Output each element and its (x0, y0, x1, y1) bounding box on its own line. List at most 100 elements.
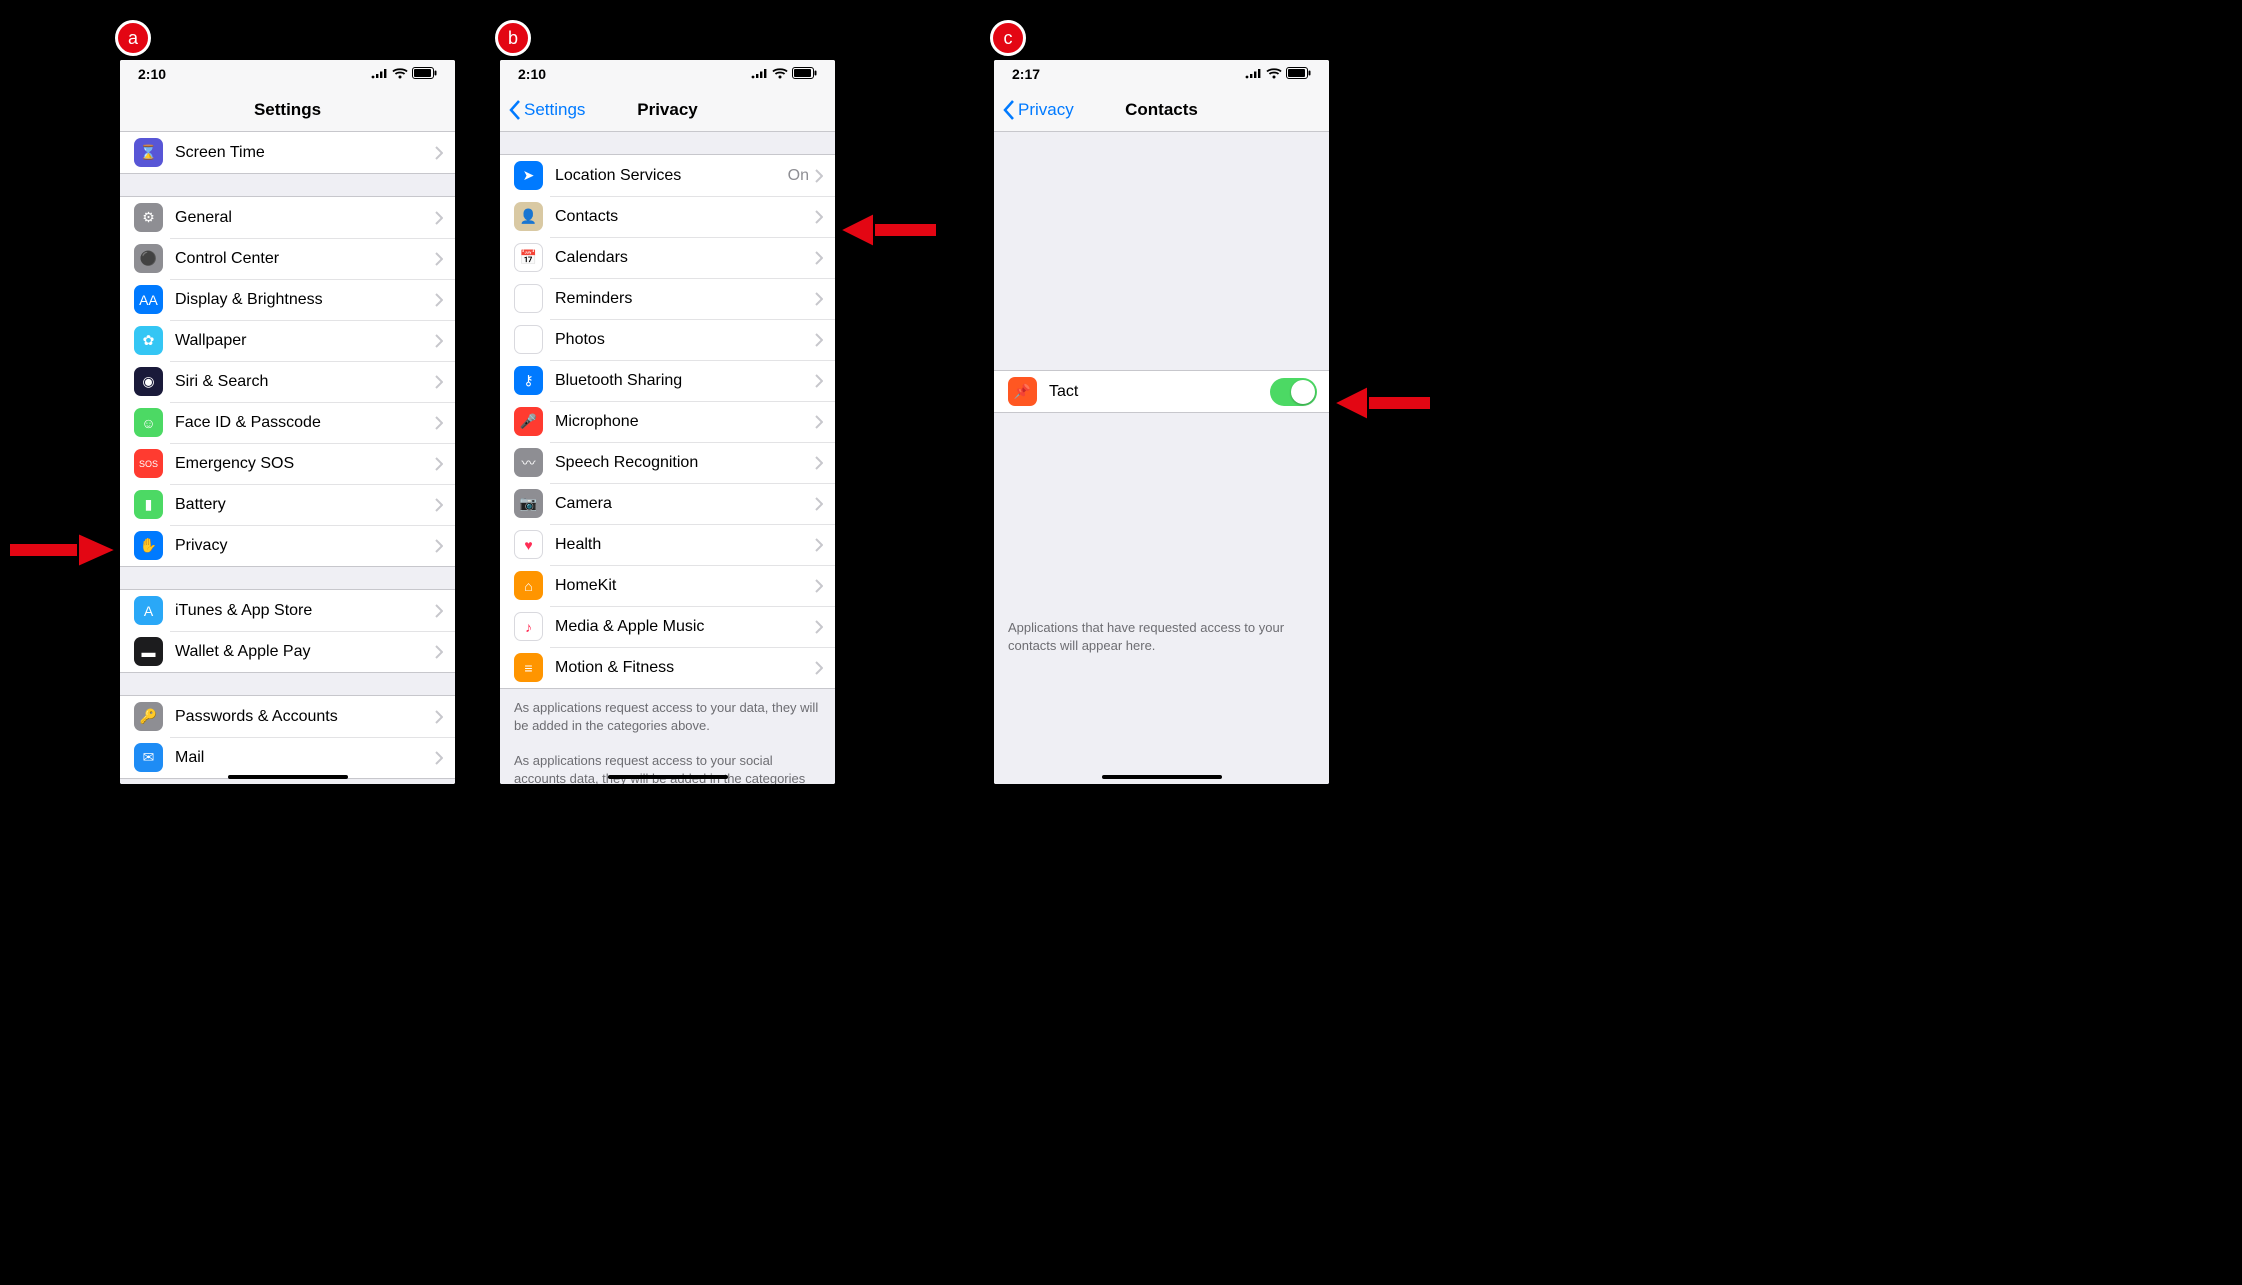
emergency-sos-icon: SOS (134, 449, 163, 478)
wifi-icon (772, 66, 788, 82)
row-battery[interactable]: ▮Battery (120, 484, 455, 525)
row-location[interactable]: ➤Location ServicesOn (500, 155, 835, 196)
wallet-icon: ▬ (134, 637, 163, 666)
row-label: Screen Time (175, 144, 435, 162)
screen-time-icon: ⌛ (134, 138, 163, 167)
row-label: Microphone (555, 413, 815, 431)
chevron-right-icon (815, 661, 823, 675)
chevron-right-icon (435, 211, 443, 225)
settings-screen: 2:10 Settings ⌛ Screen Time ⚙ General ⚫Cont… (120, 60, 455, 784)
row-label: Calendars (555, 249, 815, 267)
general-icon: ⚙ (134, 203, 163, 232)
row-homekit[interactable]: ⌂HomeKit (500, 565, 835, 606)
page-title: Contacts (1125, 100, 1198, 120)
status-time: 2:10 (138, 66, 166, 82)
step-badge-a: a (115, 20, 151, 56)
nav-header: Settings (120, 88, 455, 132)
siri-search-icon: ◉ (134, 367, 163, 396)
settings-list[interactable]: ⌛ Screen Time ⚙ General ⚫Control CenterAADi… (120, 132, 455, 784)
chevron-right-icon (815, 538, 823, 552)
privacy-list[interactable]: ➤Location ServicesOn 👤 Contacts 📅 Calendars ⋮… (500, 132, 835, 784)
row-label: Camera (555, 495, 815, 513)
row-label: Siri & Search (175, 373, 435, 391)
calendars-icon: 📅 (514, 243, 543, 272)
step-badge-b: b (495, 20, 531, 56)
back-label: Privacy (1018, 100, 1074, 120)
chevron-right-icon (815, 333, 823, 347)
control-center-icon: ⚫ (134, 244, 163, 273)
row-control-center[interactable]: ⚫Control Center (120, 238, 455, 279)
footer-note: Applications that have requested access … (994, 613, 1329, 672)
row-display-brightness[interactable]: AADisplay & Brightness (120, 279, 455, 320)
row-label: Tact (1049, 383, 1270, 401)
wifi-icon (392, 66, 408, 82)
status-bar: 2:10 (120, 60, 455, 88)
home-indicator[interactable] (228, 775, 348, 779)
row-label: Speech Recognition (555, 454, 815, 472)
row-passwords[interactable]: 🔑Passwords & Accounts (120, 696, 455, 737)
home-indicator[interactable] (608, 775, 728, 779)
row-label: Mail (175, 749, 435, 767)
contacts-permission-list[interactable]: 📌Tact Applications that have requested a… (994, 132, 1329, 784)
chevron-right-icon (435, 375, 443, 389)
row-health[interactable]: ♥Health (500, 524, 835, 565)
row-label: Wallet & Apple Pay (175, 643, 435, 661)
row-label: Health (555, 536, 815, 554)
chevron-right-icon (815, 292, 823, 306)
location-icon: ➤ (514, 161, 543, 190)
row-mail[interactable]: ✉Mail (120, 737, 455, 778)
privacy-screen: 2:10 Settings Privacy ➤Location Services… (500, 60, 835, 784)
status-time: 2:17 (1012, 66, 1040, 82)
row-contacts[interactable]: 👤 Contacts (500, 196, 835, 237)
row-camera[interactable]: 📷Camera (500, 483, 835, 524)
row-label: General (175, 209, 435, 227)
home-indicator[interactable] (1102, 775, 1222, 779)
row-wallet[interactable]: ▬ Wallet & Apple Pay (120, 631, 455, 672)
chevron-right-icon (815, 374, 823, 388)
chevron-right-icon (815, 620, 823, 634)
row-label: HomeKit (555, 577, 815, 595)
row-screen-time[interactable]: ⌛ Screen Time (120, 132, 455, 173)
row-siri-search[interactable]: ◉ Siri & Search (120, 361, 455, 402)
row-face-id[interactable]: ☺Face ID & Passcode (120, 402, 455, 443)
row-label: Emergency SOS (175, 455, 435, 473)
tact-toggle[interactable] (1270, 378, 1317, 406)
footer-note-2: As applications request access to your s… (500, 752, 835, 784)
chevron-right-icon (435, 498, 443, 512)
row-tact[interactable]: 📌Tact (994, 371, 1329, 412)
battery-icon (1286, 66, 1311, 82)
privacy-icon: ✋ (134, 531, 163, 560)
row-label: Privacy (175, 537, 435, 555)
row-emergency-sos[interactable]: SOS Emergency SOS (120, 443, 455, 484)
row-microphone[interactable]: 🎤Microphone (500, 401, 835, 442)
wallpaper-icon: ✿ (134, 326, 163, 355)
chevron-right-icon (435, 645, 443, 659)
row-reminders[interactable]: ⋮ Reminders (500, 278, 835, 319)
row-privacy[interactable]: ✋ Privacy (120, 525, 455, 566)
page-title: Settings (254, 100, 321, 120)
row-general[interactable]: ⚙ General (120, 197, 455, 238)
row-speech[interactable]: 〰Speech Recognition (500, 442, 835, 483)
row-label: Contacts (555, 208, 815, 226)
back-button[interactable]: Settings (508, 88, 585, 131)
back-button[interactable]: Privacy (1002, 88, 1074, 131)
footer-note-1: As applications request access to your d… (500, 693, 835, 752)
bluetooth-icon: ⚷ (514, 366, 543, 395)
row-label: Bluetooth Sharing (555, 372, 815, 390)
chevron-right-icon (435, 252, 443, 266)
row-bluetooth[interactable]: ⚷ Bluetooth Sharing (500, 360, 835, 401)
row-motion[interactable]: ≡Motion & Fitness (500, 647, 835, 688)
reminders-icon: ⋮ (514, 284, 543, 313)
row-label: Photos (555, 331, 815, 349)
contacts-icon: 👤 (514, 202, 543, 231)
row-photos[interactable]: ✿Photos (500, 319, 835, 360)
row-label: Reminders (555, 290, 815, 308)
chevron-right-icon (435, 334, 443, 348)
row-wallpaper[interactable]: ✿Wallpaper (120, 320, 455, 361)
row-itunes[interactable]: AiTunes & App Store (120, 590, 455, 631)
row-media[interactable]: ♪Media & Apple Music (500, 606, 835, 647)
chevron-right-icon (815, 415, 823, 429)
battery-icon (792, 66, 817, 82)
chevron-right-icon (815, 210, 823, 224)
row-calendars[interactable]: 📅 Calendars (500, 237, 835, 278)
